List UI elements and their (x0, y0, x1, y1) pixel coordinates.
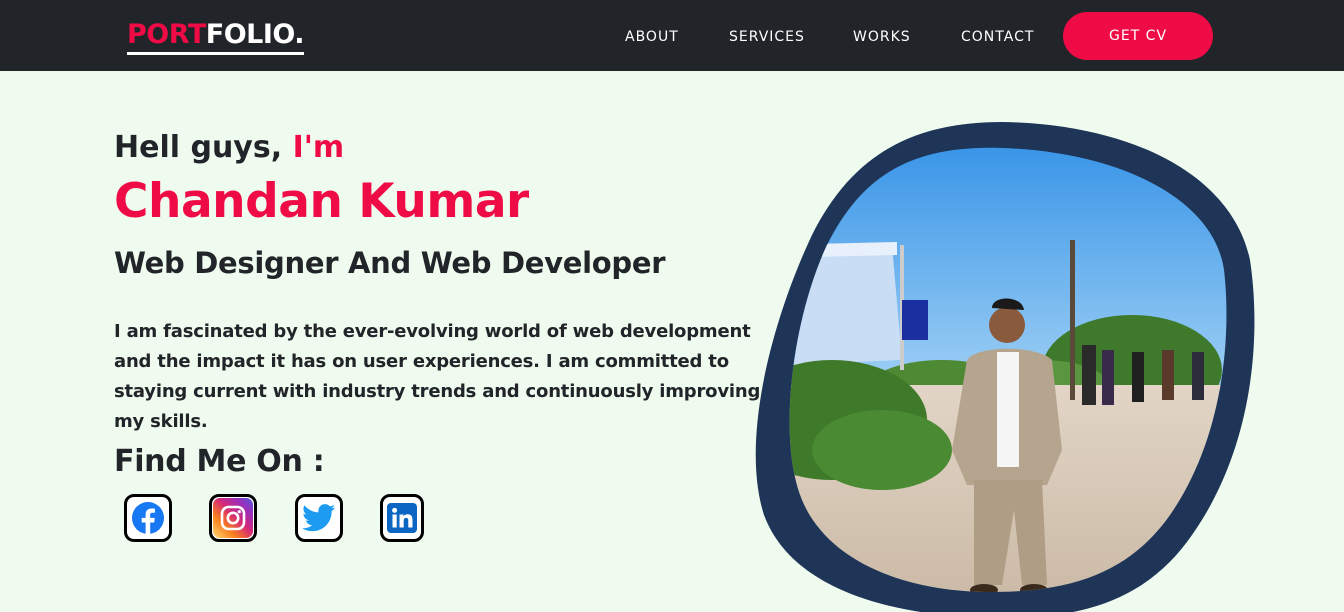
nav-link-about[interactable]: ABOUT (625, 28, 679, 46)
find-me-title: Find Me On : (114, 444, 325, 479)
profile-photo-frame (752, 120, 1256, 612)
get-cv-button[interactable]: GET CV (1063, 12, 1213, 60)
facebook-icon (131, 501, 165, 535)
hero-role: Web Designer And Web Developer (114, 246, 666, 280)
greeting-text: Hell guys, (114, 130, 283, 165)
linkedin-icon (387, 503, 417, 533)
hero-bio: I am fascinated by the ever-evolving wor… (114, 321, 761, 432)
linkedin-link[interactable] (380, 494, 424, 542)
hero-greeting: Hell guys, I'm (114, 128, 344, 168)
profile-photo (755, 122, 1255, 612)
nav-link-contact[interactable]: CONTACT (961, 28, 1034, 46)
instagram-icon (213, 498, 253, 538)
instagram-link[interactable] (209, 494, 257, 542)
nav-link-services[interactable]: SERVICES (729, 28, 805, 46)
facebook-link[interactable] (124, 494, 172, 542)
hero-name: Chandan Kumar (114, 174, 529, 229)
greeting-accent: I'm (292, 130, 345, 165)
navbar: PORTFOLIO. ABOUT SERVICES WORKS CONTACT … (0, 0, 1344, 71)
logo-part-port: PORT (127, 19, 206, 50)
twitter-link[interactable] (295, 494, 343, 542)
logo-part-folio: FOLIO. (205, 19, 305, 50)
logo[interactable]: PORTFOLIO. (127, 18, 305, 55)
twitter-icon (302, 504, 336, 532)
nav-link-works[interactable]: WORKS (853, 28, 911, 46)
